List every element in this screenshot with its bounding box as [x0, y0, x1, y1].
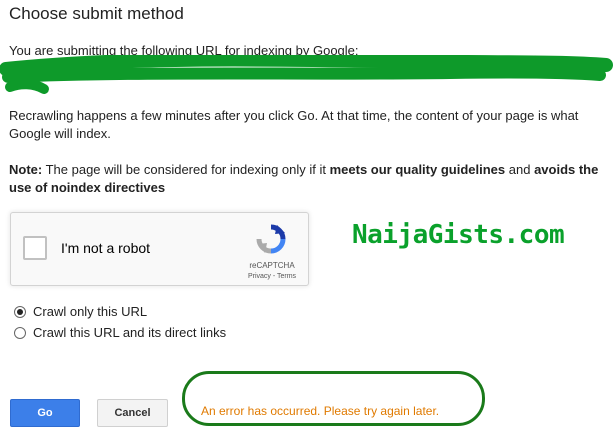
cancel-button[interactable]: Cancel: [97, 399, 168, 427]
error-message: An error has occurred. Please try again …: [201, 404, 440, 418]
recrawl-info-line1: Recrawling happens a few minutes after y…: [9, 108, 579, 123]
radio-unselected[interactable]: [14, 326, 26, 339]
watermark-text: NaijaGists.com: [352, 220, 565, 250]
crawl-option-url-only[interactable]: Crawl only this URL: [14, 304, 147, 319]
radio-selected[interactable]: [14, 305, 26, 318]
note-line2: use of noindex directives: [9, 178, 165, 197]
privacy-link[interactable]: Privacy: [248, 273, 271, 280]
quality-guidelines-text: meets our quality guidelines: [329, 162, 506, 177]
recaptcha-logo-icon: [256, 224, 286, 254]
crawl-option-label: Crawl only this URL: [33, 304, 148, 319]
recaptcha-links: Privacy - Terms: [243, 273, 301, 280]
go-button[interactable]: Go: [10, 399, 80, 427]
note-text: The page will be considered for indexing…: [42, 162, 330, 177]
redacted-url-scribble: [0, 55, 613, 94]
recaptcha-checkbox[interactable]: [23, 236, 47, 260]
recaptcha-label: I'm not a robot: [61, 240, 151, 256]
crawl-option-label: Crawl this URL and its direct links: [33, 325, 227, 340]
note-line1: Note: The page will be considered for in…: [9, 160, 598, 179]
crawl-option-with-links[interactable]: Crawl this URL and its direct links: [14, 325, 226, 340]
recaptcha-widget: I'm not a robot reCAPTCHA Privacy - Term…: [10, 212, 309, 286]
noindex-text-end: use of noindex directives: [9, 180, 166, 195]
note-text-and: and: [505, 162, 535, 177]
terms-link[interactable]: Terms: [277, 273, 296, 280]
page-title: Choose submit method: [9, 4, 184, 23]
recaptcha-brand: reCAPTCHA: [249, 261, 295, 270]
recrawl-info-line2: Google will index.: [9, 126, 111, 141]
noindex-text-start: avoids the: [534, 162, 599, 177]
note-label: Note:: [9, 162, 43, 177]
